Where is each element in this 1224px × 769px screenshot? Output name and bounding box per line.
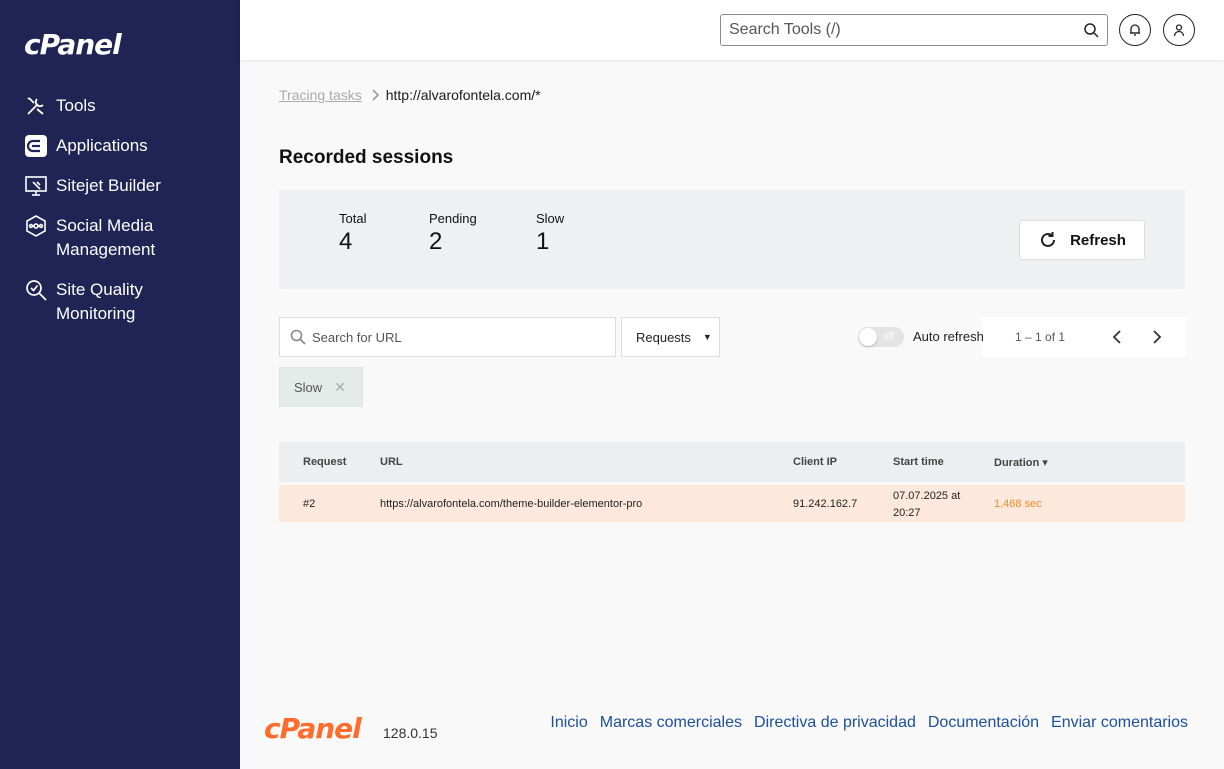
previous-page-button[interactable]	[1109, 329, 1125, 345]
column-header-start-time[interactable]: Start time	[893, 456, 944, 468]
sidebar-item-label: Applications	[56, 136, 148, 155]
footer-link-documentacion[interactable]: Documentación	[928, 714, 1039, 732]
site-quality-icon	[24, 278, 48, 302]
chevron-right-icon	[372, 89, 380, 101]
footer-cpanel-logo: cPanel	[264, 712, 362, 745]
sidebar-item-label: Tools	[56, 96, 96, 115]
breadcrumb-current: http://alvarofontela.com/*	[385, 87, 541, 103]
footer-link-inicio[interactable]: Inicio	[550, 714, 587, 732]
filter-chip-slow: Slow ✕	[279, 367, 363, 407]
bell-icon	[1128, 23, 1142, 37]
top-header	[240, 0, 1224, 60]
table-row[interactable]: #2 https://alvarofontela.com/theme-build…	[279, 485, 1185, 522]
caret-down-icon: ▼	[702, 332, 712, 342]
breadcrumb-tracing-tasks-link[interactable]: Tracing tasks	[279, 87, 362, 103]
sidebar: cPanel Tools Applications Sitejet Builde…	[0, 0, 240, 769]
user-icon	[1172, 23, 1186, 37]
close-icon[interactable]: ✕	[334, 379, 346, 396]
sidebar-item-applications[interactable]: Applications	[24, 134, 234, 158]
stat-pending: Pending 2	[429, 211, 477, 256]
cell-start-time: 07.07.2025 at 20:27	[893, 490, 961, 519]
toggle-knob	[859, 328, 877, 346]
footer-link-comentarios[interactable]: Enviar comentarios	[1051, 714, 1188, 732]
tools-icon	[24, 94, 48, 118]
search-icon	[290, 329, 306, 345]
stats-panel: Total 4 Pending 2 Slow 1 Refresh	[279, 190, 1185, 289]
column-header-request[interactable]: Request	[303, 456, 346, 468]
cell-client-ip: 91.242.162.7	[793, 498, 858, 510]
footer-link-privacidad[interactable]: Directiva de privacidad	[754, 714, 916, 732]
applications-icon	[24, 134, 48, 158]
stat-total-value: 4	[339, 228, 353, 255]
column-header-client-ip[interactable]: Client IP	[793, 456, 837, 468]
auto-refresh-toggle[interactable]: off	[858, 327, 904, 347]
pagination-range: 1 – 1 of 1	[1015, 330, 1066, 344]
sessions-table: Request URL Client IP Start time Duratio…	[279, 442, 1185, 522]
sidebar-item-site-quality[interactable]: Site Quality Monitoring	[24, 278, 234, 326]
url-search-box[interactable]	[279, 317, 616, 357]
stat-pending-value: 2	[429, 228, 443, 255]
auto-refresh-label: Auto refresh	[913, 329, 984, 344]
footer-version: 128.0.15	[383, 725, 438, 741]
next-page-button[interactable]	[1149, 329, 1165, 345]
footer-links: Inicio Marcas comerciales Directiva de p…	[538, 714, 1188, 732]
requests-dropdown-label: Requests	[636, 329, 691, 345]
refresh-icon	[1038, 230, 1058, 250]
sidebar-item-label: Site Quality Monitoring	[56, 280, 143, 323]
stat-pending-label: Pending	[429, 211, 477, 226]
search-tools-box[interactable]	[720, 14, 1108, 46]
toggle-state-label: off	[883, 331, 894, 342]
refresh-button-label: Refresh	[1070, 231, 1126, 249]
search-tools-input[interactable]	[729, 21, 1083, 39]
cell-url[interactable]: https://alvarofontela.com/theme-builder-…	[380, 498, 642, 510]
pagination: 1 – 1 of 1	[983, 317, 1185, 357]
sitejet-icon	[24, 174, 48, 198]
cell-request: #2	[303, 498, 316, 510]
sidebar-item-tools[interactable]: Tools	[24, 94, 234, 118]
sidebar-item-sitejet-builder[interactable]: Sitejet Builder	[24, 174, 234, 198]
table-header: Request URL Client IP Start time Duratio…	[279, 442, 1185, 482]
stat-slow-value: 1	[536, 228, 550, 255]
stat-slow-label: Slow	[536, 211, 565, 226]
search-icon[interactable]	[1083, 22, 1099, 38]
sidebar-item-label: Social Media Management	[56, 216, 156, 259]
requests-dropdown[interactable]: Requests ▼	[621, 317, 720, 357]
refresh-button[interactable]: Refresh	[1019, 220, 1145, 260]
notifications-button[interactable]	[1119, 14, 1151, 46]
column-header-duration[interactable]: Duration ▾	[994, 456, 1048, 469]
breadcrumb: Tracing tasks http://alvarofontela.com/*	[279, 87, 541, 103]
footer-link-marcas-comerciales[interactable]: Marcas comerciales	[600, 714, 742, 732]
stat-total: Total 4	[339, 211, 366, 256]
url-search-input[interactable]	[312, 329, 605, 345]
page-title: Recorded sessions	[279, 147, 454, 168]
cpanel-logo[interactable]: cPanel	[24, 28, 122, 61]
column-header-url[interactable]: URL	[380, 456, 403, 468]
stat-total-label: Total	[339, 211, 367, 226]
stat-slow: Slow 1	[536, 211, 564, 256]
social-media-icon	[24, 214, 48, 238]
filter-chip-label: Slow	[294, 379, 323, 395]
sidebar-item-label: Sitejet Builder	[56, 176, 161, 195]
sidebar-nav: Tools Applications Sitejet Builder Socia…	[24, 94, 234, 342]
sidebar-item-social-media[interactable]: Social Media Management	[24, 214, 234, 262]
user-account-button[interactable]	[1163, 14, 1195, 46]
cell-duration: 1.468 sec	[994, 498, 1042, 510]
